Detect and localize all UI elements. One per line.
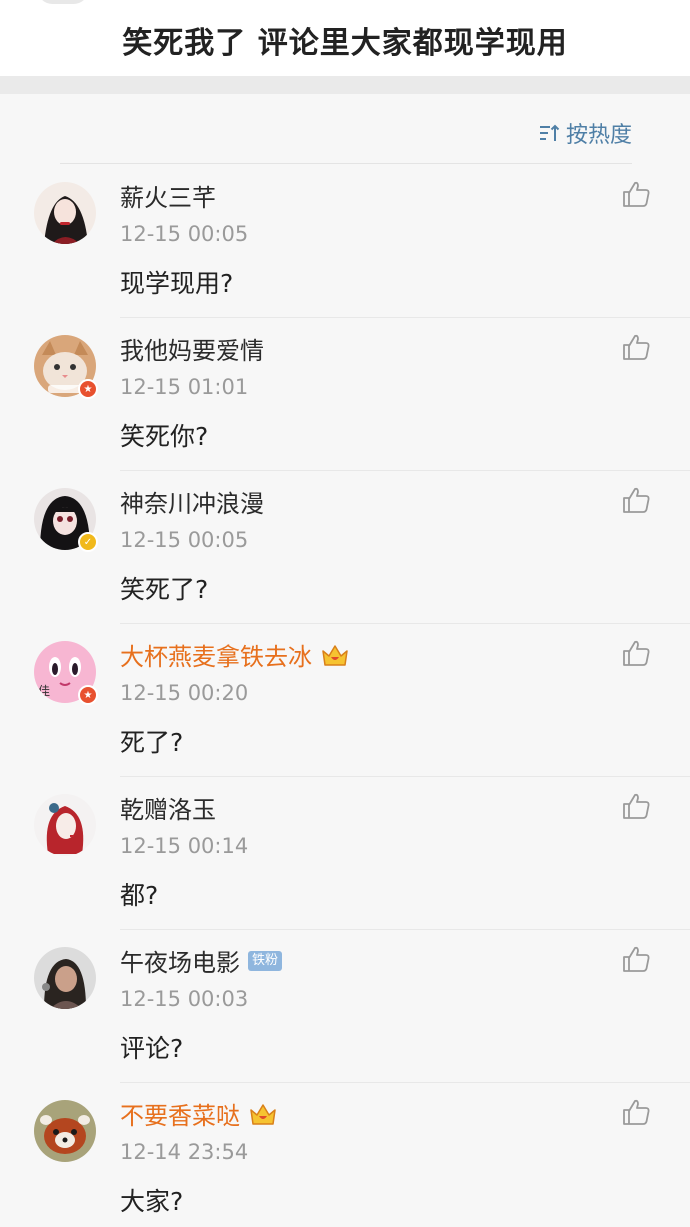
post-header: 笑死我了 评论里大家都现学现用 [0, 0, 690, 76]
weibo-comments-page: 笑死我了 评论里大家都现学现用 按热度 薪火三芊 12-15 00:05 现学现… [0, 0, 690, 1227]
comment-timestamp: 12-15 00:20 [120, 681, 249, 705]
like-button[interactable] [620, 637, 652, 669]
comment-text: 死了? [120, 728, 184, 757]
author-avatar-partial[interactable] [38, 0, 88, 4]
thumbs-up-icon [623, 640, 650, 666]
post-title: 笑死我了 评论里大家都现学现用 [122, 26, 568, 61]
comment-text: 评论? [120, 1034, 184, 1063]
vip-crown-icon [322, 644, 348, 666]
comment-text: 都? [120, 881, 159, 910]
username-text: 神奈川冲浪漫 [120, 490, 264, 518]
fan-badge: 铁粉 [248, 950, 283, 971]
like-button[interactable] [620, 1096, 652, 1128]
verified-badge: ★ [78, 379, 98, 399]
verified-badge: ★ [78, 685, 98, 705]
comment-timestamp: 12-15 00:05 [120, 222, 249, 246]
user-avatar[interactable] [34, 794, 96, 856]
sort-label: 按热度 [565, 123, 632, 148]
comment-text: 现学现用? [120, 269, 234, 298]
thumbs-up-icon [623, 487, 650, 513]
comment-item: 午夜场电影 铁粉 12-15 00:03 评论? [0, 929, 690, 1082]
comment-timestamp: 12-15 00:14 [120, 834, 249, 858]
user-avatar[interactable] [34, 1100, 96, 1162]
comment-item: 薪火三芊 12-15 00:05 现学现用? [0, 164, 690, 317]
svg-text:佳: 佳 [38, 684, 50, 698]
username-text: 不要香菜哒 [120, 1102, 240, 1130]
comment-text: 笑死了? [120, 575, 209, 604]
thumbs-up-icon [623, 334, 650, 360]
sort-bar: 按热度 [0, 94, 690, 164]
like-button[interactable] [620, 790, 652, 822]
sort-icon [539, 124, 560, 141]
like-button[interactable] [620, 484, 652, 516]
comment-item: ✓ 神奈川冲浪漫 12-15 00:05 笑死了? [0, 470, 690, 623]
comment-username[interactable]: 薪火三芊 [120, 178, 216, 213]
like-button[interactable] [620, 331, 652, 363]
comment-username[interactable]: 不要香菜哒 [120, 1096, 278, 1131]
sort-by-hotness-button[interactable]: 按热度 [538, 118, 632, 148]
comment-username[interactable]: 我他妈要爱情 [120, 331, 264, 366]
thumbs-up-icon [623, 181, 650, 207]
comments-panel: 按热度 薪火三芊 12-15 00:05 现学现用? ★ 我他妈要爱情 12-1… [0, 94, 690, 1227]
comment-username[interactable]: 神奈川冲浪漫 [120, 484, 264, 519]
username-text: 乾赠洛玉 [120, 796, 216, 824]
comment-item: ★ 我他妈要爱情 12-15 01:01 笑死你? [0, 317, 690, 470]
username-text: 薪火三芊 [120, 184, 216, 212]
section-divider [0, 76, 690, 94]
like-button[interactable] [620, 943, 652, 975]
username-text: 午夜场电影 [120, 949, 240, 977]
comment-text: 大家? [120, 1187, 184, 1216]
vip-crown-icon [250, 1103, 276, 1125]
verified-badge: ✓ [78, 532, 98, 552]
like-button[interactable] [620, 178, 652, 210]
username-text: 我他妈要爱情 [120, 337, 264, 365]
comment-timestamp: 12-15 00:05 [120, 528, 249, 552]
comment-item: 乾赠洛玉 12-15 00:14 都? [0, 776, 690, 929]
user-avatar[interactable] [34, 947, 96, 1009]
comment-item: 不要香菜哒 12-14 23:54 大家? [0, 1082, 690, 1227]
user-avatar[interactable] [34, 182, 96, 244]
comment-timestamp: 12-14 23:54 [120, 1140, 249, 1164]
username-text: 大杯燕麦拿铁去冰 [120, 643, 312, 671]
comment-timestamp: 12-15 01:01 [120, 375, 249, 399]
comment-username[interactable]: 乾赠洛玉 [120, 790, 216, 825]
comment-username[interactable]: 午夜场电影 铁粉 [120, 943, 283, 978]
comment-username[interactable]: 大杯燕麦拿铁去冰 [120, 637, 350, 672]
thumbs-up-icon [623, 1099, 650, 1125]
comment-list: 薪火三芊 12-15 00:05 现学现用? ★ 我他妈要爱情 12-15 01… [0, 164, 690, 1227]
comment-timestamp: 12-15 00:03 [120, 987, 249, 1011]
comment-item: 佳 ★ 大杯燕麦拿铁去冰 12-15 00:20 死了? [0, 623, 690, 776]
thumbs-up-icon [623, 946, 650, 972]
thumbs-up-icon [623, 793, 650, 819]
comment-text: 笑死你? [120, 422, 209, 451]
